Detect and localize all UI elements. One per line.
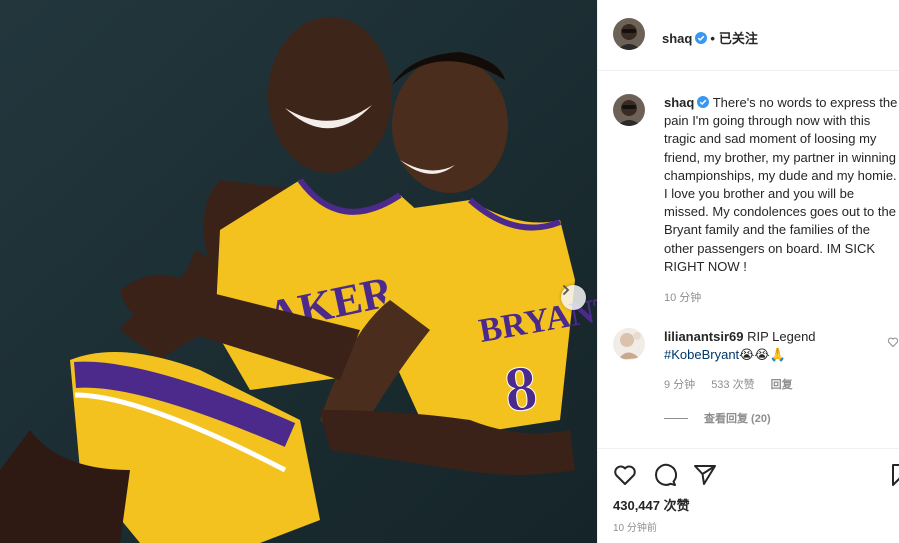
next-photo-button[interactable] — [561, 285, 586, 310]
post-caption: shaq There's no words to express the pai… — [664, 94, 899, 276]
comment-likes[interactable]: 533 次赞 — [711, 376, 754, 392]
reply-button[interactable]: 回复 — [771, 376, 793, 392]
caption-text: There's no words to express the pain I'm… — [664, 95, 898, 274]
comment-meta: 9 分钟 533 次赞 回复 — [664, 376, 793, 392]
post-timestamp: 10 分钟前 — [613, 523, 657, 534]
header-user: shaq • 已关注 — [662, 28, 758, 47]
likes-count[interactable]: 430,447 次赞 — [613, 495, 690, 514]
view-replies-button[interactable]: 查看回复 (20) — [664, 410, 771, 426]
post-actions: 430,447 次赞 10 分钟前 — [598, 448, 899, 543]
bookmark-icon[interactable] — [888, 463, 899, 487]
comment-timestamp: 9 分钟 — [664, 379, 696, 391]
comment-text: RIP Legend — [747, 329, 816, 344]
instagram-post: LAKERS BRYANT 8 shaq • 已关注 shaq There's … — [0, 0, 899, 543]
follow-status-button[interactable]: 已关注 — [719, 31, 758, 46]
chevron-right-icon — [563, 285, 570, 295]
photo-illustration: LAKERS BRYANT 8 — [0, 0, 597, 543]
heart-icon[interactable] — [887, 336, 899, 348]
post-side-panel: shaq • 已关注 shaq There's no words to expre… — [597, 0, 899, 543]
comment-username[interactable]: lilianantsir69 — [664, 329, 743, 344]
post-photo[interactable]: LAKERS BRYANT 8 — [0, 0, 597, 543]
header-separator: • — [710, 31, 715, 46]
caption-timestamp: 10 分钟 — [664, 292, 702, 304]
post-header: shaq • 已关注 — [598, 0, 899, 71]
caption-avatar[interactable] — [613, 94, 645, 126]
comment-emoji: 😭😭🙏 — [739, 347, 786, 363]
caption-username[interactable]: shaq — [664, 95, 694, 110]
comment-body: lilianantsir69 RIP Legend #KobeBryant😭😭🙏 — [664, 328, 886, 364]
paper-plane-icon[interactable] — [693, 463, 717, 487]
comment-hashtag[interactable]: #KobeBryant — [664, 347, 739, 362]
username-link[interactable]: shaq — [662, 31, 692, 46]
comment-avatar[interactable] — [613, 328, 645, 360]
heart-icon[interactable] — [613, 463, 637, 487]
view-replies-label: 查看回复 (20) — [704, 413, 771, 425]
speech-bubble-icon[interactable] — [653, 463, 677, 487]
avatar[interactable] — [613, 18, 645, 50]
replies-divider — [664, 417, 688, 419]
verified-badge-icon — [695, 32, 708, 44]
verified-badge-icon — [697, 95, 710, 108]
